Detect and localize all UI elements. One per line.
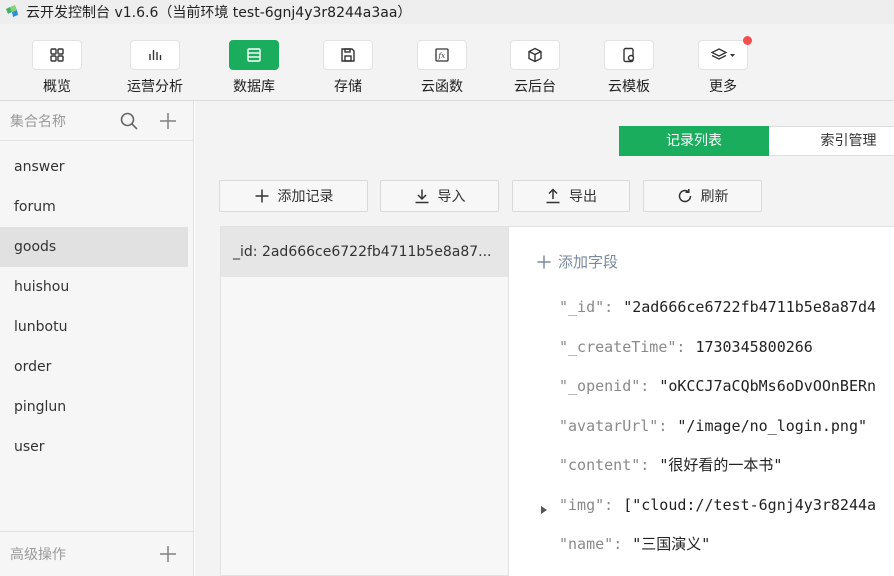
main-toolbar: 概览 运营分析 数据库 存储 fx 云函数 云后台 云模板 更多 bbox=[0, 24, 894, 101]
collection-sidebar: 集合名称 answer forum goods huishou lunbotu … bbox=[0, 101, 194, 576]
toolbar-overview-label: 概览 bbox=[43, 79, 71, 95]
grid-icon bbox=[50, 48, 64, 62]
window-title: 云开发控制台 v1.6.6（当前环境 test-6gnj4y3r8244a3aa… bbox=[26, 5, 412, 21]
bar-chart-icon bbox=[149, 50, 162, 60]
field-value: ["cloud://test-6gnj4y3r8244a bbox=[623, 496, 877, 514]
toolbar-more[interactable]: 更多 bbox=[691, 36, 755, 98]
toolbar-database-button[interactable] bbox=[229, 40, 279, 70]
field-value: "oKCCJ7aCQbMs6oDvOOnBERn bbox=[659, 377, 877, 395]
field-row[interactable]: "img": ["cloud://test-6gnj4y3r8244a bbox=[559, 493, 876, 517]
collection-item-lunbotu[interactable]: lunbotu bbox=[0, 307, 188, 347]
plus-icon bbox=[537, 255, 551, 268]
toolbar-functions[interactable]: fx 云函数 bbox=[410, 40, 474, 98]
refresh-button[interactable]: 刷新 bbox=[643, 180, 762, 212]
field-key: "content" bbox=[559, 456, 641, 474]
expand-caret-icon[interactable] bbox=[539, 503, 549, 519]
toolbar-templates[interactable]: 云模板 bbox=[597, 40, 661, 98]
collection-header-label: 集合名称 bbox=[10, 113, 66, 130]
add-field-button[interactable]: 添加字段 bbox=[536, 251, 618, 272]
search-icon[interactable] bbox=[119, 111, 139, 135]
toolbar-database[interactable]: 数据库 bbox=[222, 40, 286, 98]
toolbar-templates-label: 云模板 bbox=[608, 79, 650, 95]
record-detail: 添加字段 "_id": "2ad666ce6722fb4711b5e8a87d4 … bbox=[509, 226, 894, 576]
record-row[interactable]: _id: 2ad666ce6722fb4711b5e8a87... bbox=[221, 227, 508, 277]
collection-list: answer forum goods huishou lunbotu order… bbox=[0, 141, 193, 467]
app-logo-icon bbox=[4, 4, 20, 20]
import-label: 导入 bbox=[437, 189, 466, 205]
toolbar-analytics[interactable]: 运营分析 bbox=[123, 40, 187, 98]
add-field-label: 添加字段 bbox=[558, 253, 619, 271]
field-row[interactable]: "name": "三国演义" bbox=[559, 532, 710, 556]
collection-item-forum[interactable]: forum bbox=[0, 187, 188, 227]
collection-item-order[interactable]: order bbox=[0, 347, 188, 387]
database-icon bbox=[247, 48, 261, 62]
field-row[interactable]: "_id": "2ad666ce6722fb4711b5e8a87d4 bbox=[559, 295, 876, 319]
field-key: "_openid" bbox=[559, 377, 641, 395]
field-row[interactable]: "_createTime": 1730345800266 bbox=[559, 335, 813, 359]
field-row[interactable]: "content": "很好看的一本书" bbox=[559, 453, 782, 477]
field-key: "avatarUrl" bbox=[559, 417, 659, 435]
toolbar-storage-label: 存储 bbox=[334, 79, 362, 95]
toolbar-backend-button[interactable] bbox=[510, 40, 560, 70]
add-operation-icon[interactable] bbox=[158, 544, 178, 568]
refresh-label: 刷新 bbox=[700, 189, 729, 205]
advanced-operations: 高级操作 bbox=[0, 531, 193, 576]
record-list: _id: 2ad666ce6722fb4711b5e8a87... bbox=[220, 226, 509, 576]
field-key: "_id" bbox=[559, 298, 605, 316]
toolbar-backend[interactable]: 云后台 bbox=[503, 40, 567, 98]
toolbar-database-label: 数据库 bbox=[233, 79, 275, 95]
collection-item-answer[interactable]: answer bbox=[0, 147, 188, 187]
toolbar-analytics-button[interactable] bbox=[130, 40, 180, 70]
field-value: 1730345800266 bbox=[695, 338, 813, 356]
field-key: "_createTime" bbox=[559, 338, 677, 356]
field-row[interactable]: "_openid": "oKCCJ7aCQbMs6oDvOOnBERn bbox=[559, 374, 876, 398]
phone-template-icon bbox=[623, 47, 635, 63]
collection-item-goods[interactable]: goods bbox=[0, 227, 188, 267]
toolbar-templates-button[interactable] bbox=[604, 40, 654, 70]
toolbar-more-label: 更多 bbox=[709, 79, 737, 95]
notification-dot bbox=[743, 36, 752, 45]
export-label: 导出 bbox=[569, 189, 597, 205]
tab-record-list[interactable]: 记录列表 bbox=[619, 126, 769, 156]
toolbar-analytics-label: 运营分析 bbox=[127, 79, 183, 95]
field-value: "很好看的一本书" bbox=[659, 456, 783, 474]
download-icon bbox=[415, 189, 428, 204]
collection-item-huishou[interactable]: huishou bbox=[0, 267, 188, 307]
toolbar-overview-button[interactable] bbox=[32, 40, 82, 70]
cube-icon bbox=[528, 47, 542, 63]
toolbar-functions-button[interactable]: fx bbox=[417, 40, 467, 70]
collection-header: 集合名称 bbox=[0, 101, 193, 141]
add-collection-icon[interactable] bbox=[158, 111, 178, 135]
layers-icon bbox=[710, 48, 735, 60]
advanced-operations-label: 高级操作 bbox=[10, 547, 66, 563]
toolbar-functions-label: 云函数 bbox=[421, 79, 463, 95]
field-value: "2ad666ce6722fb4711b5e8a87d4 bbox=[623, 298, 877, 316]
tab-index-management[interactable]: 索引管理 bbox=[769, 126, 894, 156]
toolbar-overview[interactable]: 概览 bbox=[25, 40, 89, 98]
add-record-button[interactable]: 添加记录 bbox=[219, 180, 368, 212]
toolbar-storage-button[interactable] bbox=[323, 40, 373, 70]
export-button[interactable]: 导出 bbox=[512, 180, 630, 212]
title-bar: 云开发控制台 v1.6.6（当前环境 test-6gnj4y3r8244a3aa… bbox=[0, 0, 894, 24]
upload-icon bbox=[546, 188, 560, 204]
svg-text:fx: fx bbox=[438, 52, 446, 60]
field-key: "name" bbox=[559, 535, 614, 553]
field-value: "/image/no_login.png" bbox=[677, 417, 868, 435]
refresh-icon bbox=[678, 189, 691, 203]
plus-icon bbox=[255, 189, 268, 203]
collection-item-pinglun[interactable]: pinglun bbox=[0, 387, 188, 427]
collection-item-user[interactable]: user bbox=[0, 427, 188, 467]
view-tabs: 记录列表 索引管理 bbox=[619, 126, 894, 156]
import-button[interactable]: 导入 bbox=[380, 180, 499, 212]
toolbar-storage[interactable]: 存储 bbox=[316, 40, 380, 98]
field-row[interactable]: "avatarUrl": "/image/no_login.png" bbox=[559, 414, 867, 438]
toolbar-more-button[interactable] bbox=[698, 36, 752, 70]
field-key: "img" bbox=[559, 496, 605, 514]
main-panel: 记录列表 索引管理 添加记录 导入 导出 刷新 _id: 2ad666ce672… bbox=[195, 101, 894, 576]
function-icon: fx bbox=[435, 48, 449, 62]
save-icon bbox=[341, 48, 355, 62]
add-record-label: 添加记录 bbox=[277, 189, 334, 205]
field-value: "三国演义" bbox=[632, 535, 711, 553]
toolbar-backend-label: 云后台 bbox=[514, 79, 556, 95]
